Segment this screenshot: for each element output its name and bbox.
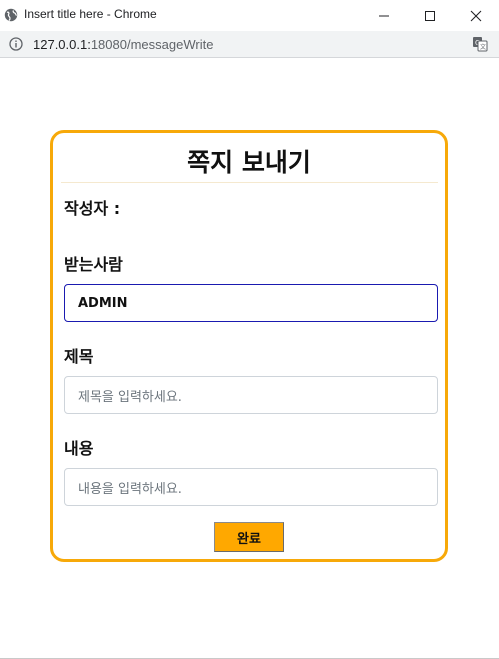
url-host: 127.0.0.1: (33, 37, 91, 52)
svg-text:文: 文 (480, 43, 486, 51)
page-title: 쪽지 보내기 (187, 148, 311, 177)
window-title: Insert title here - Chrome (24, 7, 157, 21)
message-form-card: 쪽지 보내기 작성자 : 받는사람 ADMIN 제목 제목을 입력하세요. 내용… (50, 130, 448, 562)
info-icon[interactable] (9, 37, 23, 51)
recipient-input[interactable]: ADMIN (64, 284, 438, 322)
translate-icon[interactable]: G 文 (472, 36, 488, 52)
content-label: 내용 (64, 439, 94, 458)
globe-icon (4, 8, 18, 22)
title-bar: Insert title here - Chrome (0, 0, 499, 31)
url-path: 18080/messageWrite (90, 37, 214, 52)
title-divider (61, 182, 438, 183)
maximize-button[interactable] (407, 0, 453, 31)
url-text[interactable]: 127.0.0.1:18080/messageWrite (33, 37, 213, 52)
content-input[interactable]: 내용을 입력하세요. (64, 468, 438, 506)
recipient-label: 받는사람 (64, 255, 123, 274)
minimize-button[interactable] (361, 0, 407, 31)
close-button[interactable] (453, 0, 499, 31)
page-content: 쪽지 보내기 작성자 : 받는사람 ADMIN 제목 제목을 입력하세요. 내용… (0, 58, 499, 658)
minimize-icon (379, 15, 389, 16)
subject-label: 제목 (64, 347, 94, 366)
writer-label: 작성자 : (64, 199, 121, 218)
subject-input[interactable]: 제목을 입력하세요. (64, 376, 438, 414)
submit-button[interactable]: 완료 (214, 522, 284, 552)
maximize-icon (425, 10, 435, 21)
close-icon (470, 10, 482, 21)
address-bar[interactable]: 127.0.0.1:18080/messageWrite G 文 (0, 31, 499, 58)
